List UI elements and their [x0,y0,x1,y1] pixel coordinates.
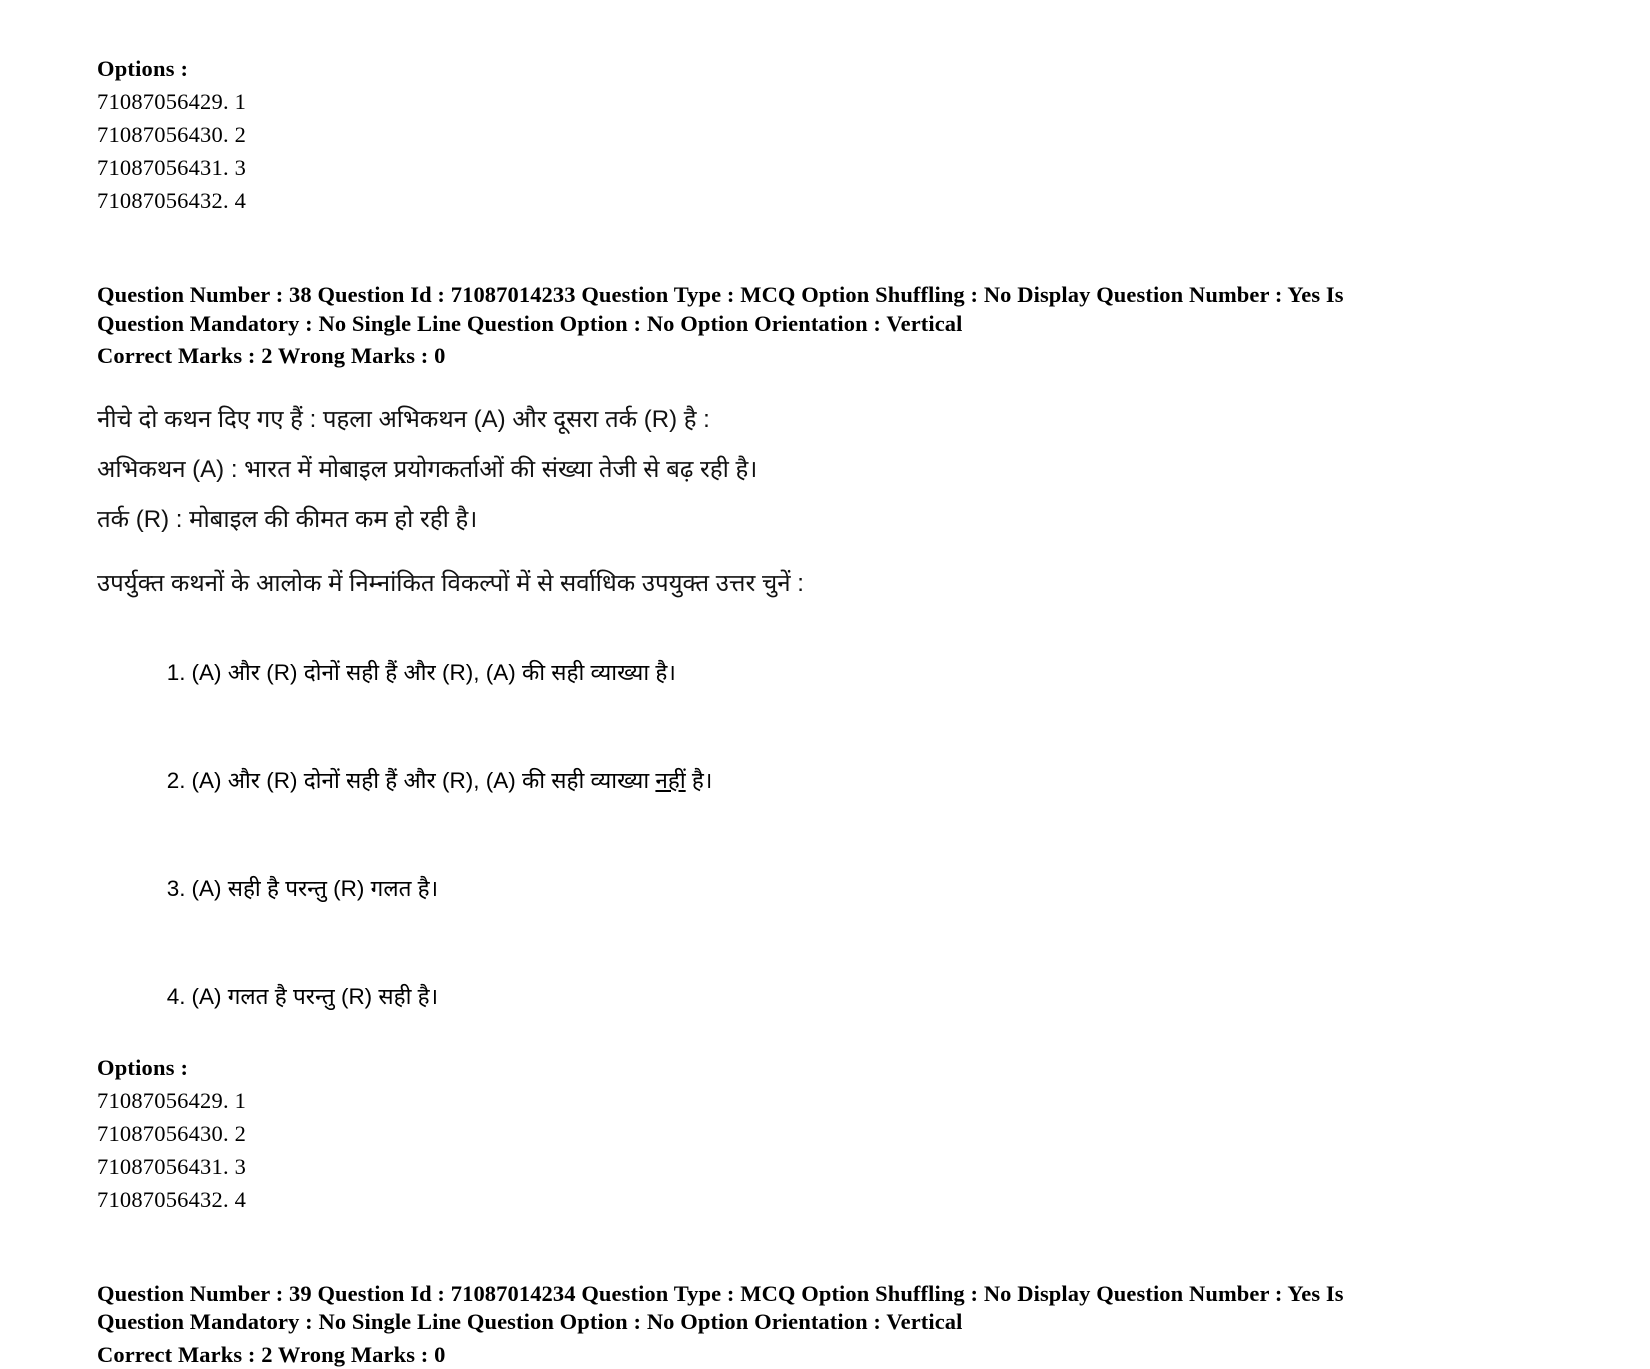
choice-text: (A) सही है परन्तु (R) गलत है। [192,876,439,901]
exam-paper-page: Options : 71087056429. 1 71087056430. 2 … [0,0,1650,1275]
instruction-choices-spacer [97,599,1497,619]
choice-item[interactable]: 4.(A) गलत है परन्तु (R) सही है। [97,943,1497,1051]
section-spacer [97,217,1497,281]
choice-number: 1. [160,655,186,691]
question-38-reason: तर्क (R) : मोबाइल की कीमत कम हो रही है। [97,505,1497,535]
question-39-meta-line: Question Number : 39 Question Id : 71087… [97,1280,1417,1337]
choice-item[interactable]: 2.(A) और (R) दोनों सही हैं और (R), (A) क… [97,727,1497,835]
question-38-assertion: अभिकथन (A) : भारत में मोबाइल प्रयोगकर्ता… [97,455,1497,485]
question-38-marks: Correct Marks : 2 Wrong Marks : 0 [97,342,1497,371]
question-38-meta-line: Question Number : 38 Question Id : 71087… [97,281,1417,338]
top-option-item: 71087056429. 1 [97,85,1497,118]
choice-item[interactable]: 3.(A) सही है परन्तु (R) गलत है। [97,835,1497,943]
question-38-choice-list: 1.(A) और (R) दोनों सही हैं और (R), (A) क… [97,619,1497,1051]
question-38-option-item: 71087056429. 1 [97,1084,1497,1117]
page-content: Options : 71087056429. 1 71087056430. 2 … [97,52,1497,1369]
choice-text-underlined: नहीं [655,768,685,793]
choice-item[interactable]: 1.(A) और (R) दोनों सही हैं और (R), (A) क… [97,619,1497,727]
choice-number: 2. [160,763,186,799]
question-39-marks: Correct Marks : 2 Wrong Marks : 0 [97,1341,1497,1369]
choice-text-tail: है। [686,768,713,793]
question-gap-spacer [97,1216,1497,1280]
question-38-stem: नीचे दो कथन दिए गए हैं : पहला अभिकथन (A)… [97,405,1497,435]
reason-instruction-spacer [97,535,1497,569]
top-options-heading: Options : [97,52,1497,85]
assertion-reason-spacer [97,485,1497,505]
question-38-option-item: 71087056432. 4 [97,1183,1497,1216]
question-38-option-item: 71087056431. 3 [97,1150,1497,1183]
top-options-block: Options : 71087056429. 1 71087056430. 2 … [97,52,1497,217]
top-option-item: 71087056430. 2 [97,118,1497,151]
stem-assertion-spacer [97,435,1497,455]
question-39-meta: Question Number : 39 Question Id : 71087… [97,1280,1497,1369]
choice-text: (A) और (R) दोनों सही हैं और (R), (A) की … [192,660,676,685]
choice-text: (A) और (R) दोनों सही हैं और (R), (A) की … [192,768,656,793]
top-option-item: 71087056432. 4 [97,184,1497,217]
meta-body-spacer [97,371,1497,405]
question-39-block: Question Number : 39 Question Id : 71087… [97,1280,1497,1369]
question-38-meta: Question Number : 38 Question Id : 71087… [97,281,1497,371]
choice-number: 4. [160,979,186,1015]
choice-text: (A) गलत है परन्तु (R) सही है। [192,984,439,1009]
question-38-option-item: 71087056430. 2 [97,1117,1497,1150]
question-38-options-heading: Options : [97,1051,1497,1084]
top-option-item: 71087056431. 3 [97,151,1497,184]
question-38-block: Question Number : 38 Question Id : 71087… [97,281,1497,1216]
question-38-instruction: उपर्युक्त कथनों के आलोक में निम्नांकित व… [97,569,1497,599]
choice-number: 3. [160,871,186,907]
question-38-options-block: Options : 71087056429. 1 71087056430. 2 … [97,1051,1497,1216]
